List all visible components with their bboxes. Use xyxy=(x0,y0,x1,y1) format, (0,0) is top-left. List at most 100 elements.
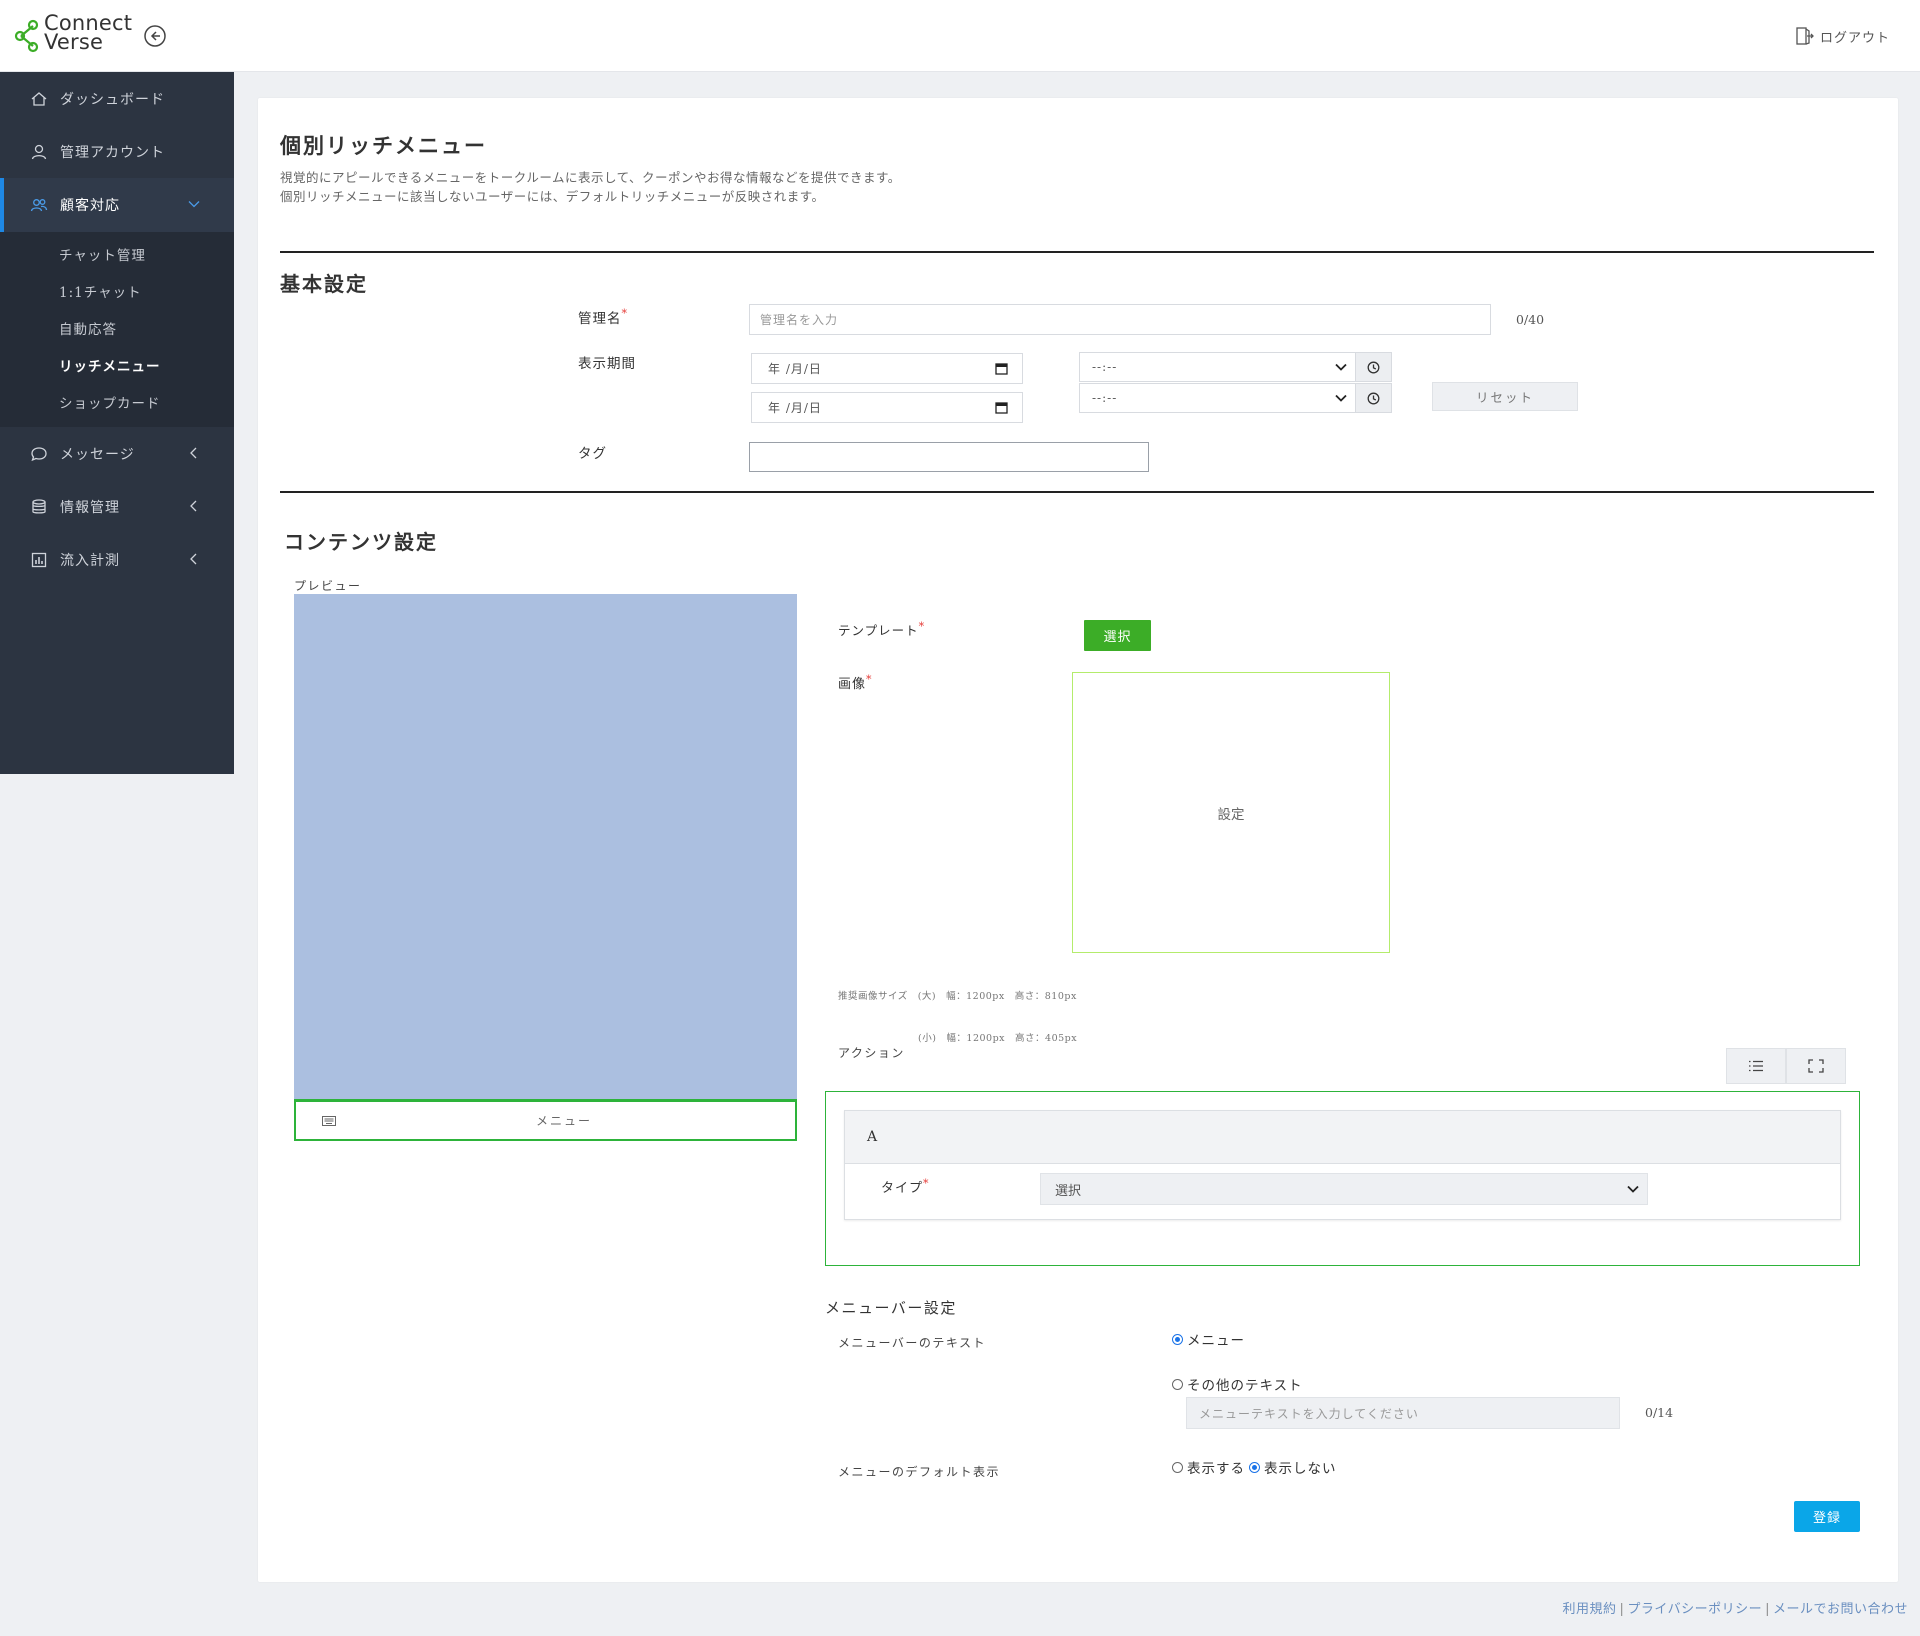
sidebar-subitem-shop-card[interactable]: ショップカード xyxy=(0,386,234,423)
section-divider xyxy=(280,491,1874,493)
menubar-text-option-other[interactable]: その他のテキスト xyxy=(1172,1374,1303,1394)
radio-checked[interactable] xyxy=(1172,1333,1183,1345)
logout-icon xyxy=(1796,27,1814,45)
action-type-label: タイプ* xyxy=(881,1177,930,1196)
template-label-text: テンプレート xyxy=(838,623,919,638)
chevron-left-icon xyxy=(190,553,197,565)
chevron-down-icon xyxy=(188,201,200,208)
date-placeholder: 年 /月/日 xyxy=(768,401,822,415)
management-name-input[interactable]: 管理名を入力 xyxy=(749,304,1491,335)
footer-link-contact[interactable]: メールでお問い合わせ xyxy=(1773,1602,1908,1617)
sidebar-item-label: 流入計測 xyxy=(60,552,120,569)
logout-button[interactable]: ログアウト xyxy=(1794,24,1890,48)
app-logo[interactable]: Connect Verse xyxy=(12,13,132,58)
menu-default-display-label: メニューのデフォルト表示 xyxy=(838,1465,1001,1479)
option-hide-label: 表示しない xyxy=(1264,1461,1337,1477)
menu-default-display-options: 表示する 表示しない xyxy=(1172,1457,1337,1477)
footer-separator: | xyxy=(1765,1602,1770,1617)
action-card-a: A タイプ* 選択 xyxy=(844,1110,1841,1220)
footer-separator: | xyxy=(1619,1602,1625,1617)
sidebar-item-message[interactable]: メッセージ xyxy=(0,427,234,480)
menubar-text-option-menu[interactable]: メニュー xyxy=(1172,1329,1245,1349)
footer-link-terms[interactable]: 利用規約 xyxy=(1562,1602,1616,1617)
tag-input[interactable] xyxy=(749,442,1149,472)
keyboard-icon xyxy=(322,1115,336,1126)
action-area: A タイプ* 選択 xyxy=(825,1091,1860,1266)
page-title: 個別リッチメニュー xyxy=(280,133,487,158)
radio-checked[interactable] xyxy=(1249,1461,1260,1473)
required-mark: * xyxy=(923,1177,930,1190)
menubar-other-text-input[interactable]: メニューテキストを入力してください xyxy=(1186,1397,1620,1429)
chevron-left-icon xyxy=(190,500,197,512)
image-upload-box[interactable]: 設定 xyxy=(1072,672,1390,953)
display-period-label: 表示期間 xyxy=(578,356,636,372)
action-type-label-text: タイプ xyxy=(881,1181,924,1196)
template-select-button[interactable]: 選択 xyxy=(1084,620,1151,651)
collapse-sidebar-icon[interactable] xyxy=(143,24,167,48)
home-icon xyxy=(31,91,47,106)
sidebar-item-label: ダッシュボード xyxy=(60,91,165,108)
preview-menu-bar: メニュー xyxy=(294,1099,797,1141)
action-label: アクション xyxy=(838,1046,905,1060)
period-start-date-input[interactable]: 年 /月/日 xyxy=(751,353,1023,384)
sidebar-item-info-management[interactable]: 情報管理 xyxy=(0,480,234,533)
menubar-text-counter: 0/14 xyxy=(1645,1405,1674,1420)
list-view-button[interactable] xyxy=(1726,1048,1786,1084)
sidebar-subitem-auto-reply[interactable]: 自動応答 xyxy=(0,312,234,349)
end-time-clock-button[interactable] xyxy=(1356,383,1392,413)
option-show-label: 表示する xyxy=(1187,1461,1245,1477)
register-button[interactable]: 登録 xyxy=(1794,1501,1860,1532)
clock-icon xyxy=(1367,361,1380,373)
footer-links: 利用規約 | プライバシーポリシー | メールでお問い合わせ xyxy=(1562,1598,1908,1617)
content-settings-title: コンテンツ設定 xyxy=(284,530,438,554)
reset-button[interactable]: リセット xyxy=(1432,382,1578,411)
time-placeholder: --:-- xyxy=(1092,391,1118,405)
calendar-icon[interactable] xyxy=(995,362,1008,375)
template-label: テンプレート* xyxy=(838,620,925,639)
time-placeholder: --:-- xyxy=(1092,360,1118,374)
sidebar-item-dashboard[interactable]: ダッシュボード xyxy=(0,72,234,125)
default-display-option-hide[interactable]: 表示しない xyxy=(1249,1457,1337,1477)
radio-unchecked[interactable] xyxy=(1172,1378,1183,1390)
sidebar-item-label: 顧客対応 xyxy=(60,198,120,214)
user-icon xyxy=(31,144,47,159)
sidebar-item-label: メッセージ xyxy=(60,446,135,463)
action-type-select-value: 選択 xyxy=(1055,1183,1082,1199)
image-label: 画像* xyxy=(838,673,873,692)
sidebar-item-label: 管理アカウント xyxy=(60,144,165,161)
period-start-time-select[interactable]: --:-- xyxy=(1079,352,1356,382)
bar-chart-icon xyxy=(31,552,47,567)
period-end-time-select[interactable]: --:-- xyxy=(1079,383,1356,413)
logo-line-2: Verse xyxy=(44,30,104,54)
radio-unchecked[interactable] xyxy=(1172,1461,1183,1473)
start-time-clock-button[interactable] xyxy=(1356,352,1392,382)
management-name-label: 管理名* xyxy=(578,307,628,327)
recommended-size-line-1: 推奨画像サイズ (大) 幅：1200px 高さ：810px xyxy=(838,991,1077,1002)
preview-label: プレビュー xyxy=(294,579,362,593)
sidebar-item-inflow-measurement[interactable]: 流入計測 xyxy=(0,533,234,586)
option-menu-label: メニュー xyxy=(1187,1333,1245,1349)
other-text-placeholder: メニューテキストを入力してください xyxy=(1199,1406,1419,1421)
sidebar-subitem-one-on-one-chat[interactable]: 1:1チャット xyxy=(0,275,234,312)
sidebar-subitem-rich-menu[interactable]: リッチメニュー xyxy=(0,349,234,386)
default-display-option-show[interactable]: 表示する xyxy=(1172,1457,1245,1477)
users-icon xyxy=(30,199,48,212)
calendar-icon[interactable] xyxy=(995,401,1008,414)
action-type-select[interactable]: 選択 xyxy=(1040,1173,1648,1205)
sidebar-item-customer-support[interactable]: 顧客対応 xyxy=(0,178,234,232)
basic-settings-title: 基本設定 xyxy=(280,272,368,296)
list-icon xyxy=(1749,1060,1763,1072)
sidebar: ダッシュボード 管理アカウント 顧客対応 チャット管理 1:1チャット 自動応答… xyxy=(0,72,234,774)
chat-bubble-icon xyxy=(31,446,47,461)
option-other-label: その他のテキスト xyxy=(1187,1378,1303,1394)
action-card-header: A xyxy=(845,1111,1840,1164)
sidebar-item-admin-account[interactable]: 管理アカウント xyxy=(0,125,234,178)
rich-menu-preview-image xyxy=(294,594,797,1099)
sidebar-subitem-chat-management[interactable]: チャット管理 xyxy=(0,238,234,275)
main-card: 個別リッチメニュー 視覚的にアピールできるメニューをトークルームに表示して、クー… xyxy=(258,98,1898,1582)
fullscreen-button[interactable] xyxy=(1786,1048,1846,1084)
period-end-date-input[interactable]: 年 /月/日 xyxy=(751,392,1023,423)
footer-link-privacy[interactable]: プライバシーポリシー xyxy=(1627,1602,1762,1617)
top-header: Connect Verse ログアウト xyxy=(0,0,1920,72)
menubar-text-label: メニューバーのテキスト xyxy=(838,1336,987,1350)
